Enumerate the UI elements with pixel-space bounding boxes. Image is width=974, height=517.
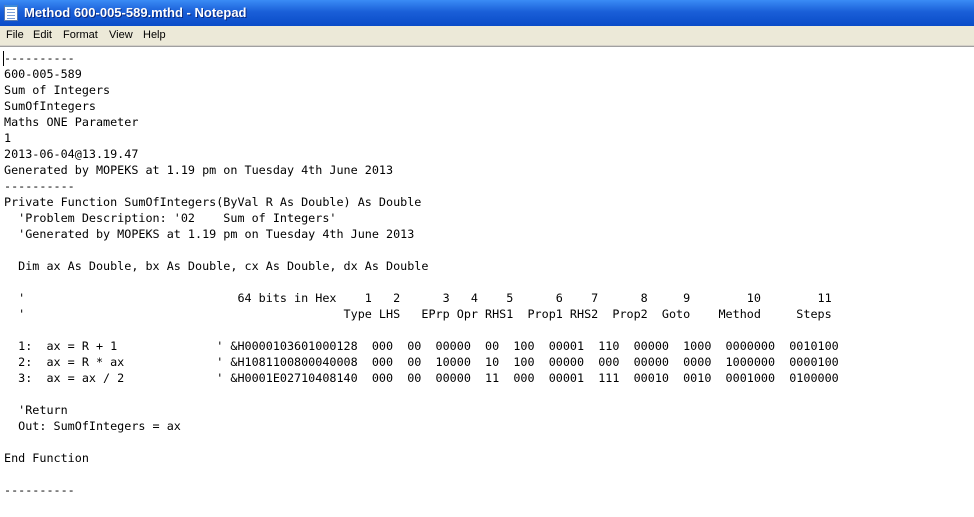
menu-format[interactable]: Format <box>63 28 98 42</box>
text-line: 'Return <box>4 403 68 417</box>
text-line: Out: SumOfIntegers = ax <box>4 419 181 433</box>
text-line: SumOfIntegers <box>4 99 96 113</box>
menu-bar: File Edit Format View Help <box>0 26 974 46</box>
text-line: 3: ax = ax / 2 ' &H0001E02710408140 000 … <box>4 371 839 385</box>
text-line: Private Function SumOfIntegers(ByVal R A… <box>4 195 422 209</box>
text-line: 2: ax = R * ax ' &H1081100800040008 000 … <box>4 355 839 369</box>
menu-edit[interactable]: Edit <box>33 28 52 42</box>
window-title: Method 600-005-589.mthd - Notepad <box>24 5 247 20</box>
text-line: ---------- <box>4 51 75 65</box>
text-line: 'Problem Description: '02 Sum of Integer… <box>4 211 337 225</box>
text-line: 1: ax = R + 1 ' &H0000103601000128 000 0… <box>4 339 839 353</box>
text-line: End Function <box>4 451 89 465</box>
notepad-icon[interactable] <box>4 5 18 21</box>
text-line: ---------- <box>4 483 75 497</box>
text-line: Generated by MOPEKS at 1.19 pm on Tuesda… <box>4 163 394 177</box>
text-line: 1 <box>4 131 12 145</box>
text-line: 2013-06-04@13.19.47 <box>4 147 139 161</box>
text-line: ' 64 bits in Hex 1 2 3 4 5 6 7 8 9 10 11 <box>4 291 832 305</box>
text-editor[interactable]: ---------- 600-005-589 Sum of Integers S… <box>0 46 974 517</box>
menu-view[interactable]: View <box>109 28 133 42</box>
text-line: ---------- <box>4 179 75 193</box>
text-line: Dim ax As Double, bx As Double, cx As Do… <box>4 259 429 273</box>
text-line: ' Type LHS EPrp Opr RHS1 Prop1 RHS2 Prop… <box>4 307 832 321</box>
text-line: Maths ONE Parameter <box>4 115 139 129</box>
menu-help[interactable]: Help <box>143 28 166 42</box>
text-line: 'Generated by MOPEKS at 1.19 pm on Tuesd… <box>4 227 415 241</box>
title-bar: Method 600-005-589.mthd - Notepad <box>0 0 974 26</box>
text-line: Sum of Integers <box>4 83 111 97</box>
text-line: 600-005-589 <box>4 67 82 81</box>
menu-file[interactable]: File <box>6 28 24 42</box>
